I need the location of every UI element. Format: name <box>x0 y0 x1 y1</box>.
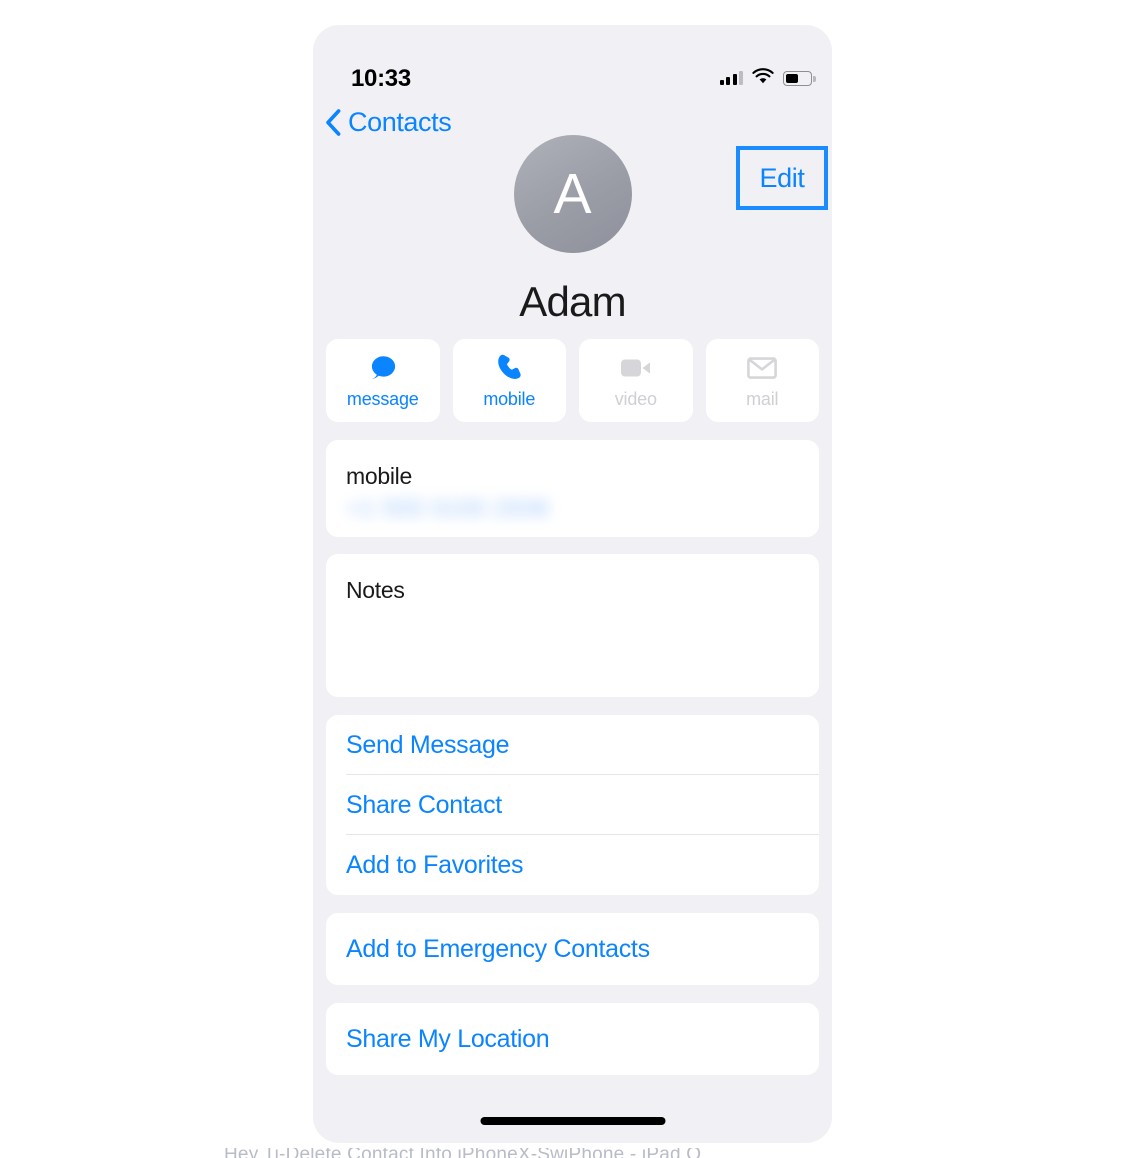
action-label-video: video <box>614 389 657 409</box>
phone-screen: 10:33 Contacts Edit A Adam message mobil… <box>313 25 832 1143</box>
share-contact-label: Share Contact <box>346 790 502 819</box>
status-bar: 10:33 <box>313 25 832 91</box>
home-indicator[interactable] <box>480 1117 665 1125</box>
share-my-location-row[interactable]: Share My Location <box>326 1003 819 1075</box>
phone-number-value: +1 555 0100 2938 <box>347 495 550 521</box>
send-message-row[interactable]: Send Message <box>326 715 819 775</box>
video-camera-icon <box>620 353 652 383</box>
avatar-initial: A <box>553 161 592 226</box>
action-label-mobile: mobile <box>483 389 536 409</box>
send-message-label: Send Message <box>346 730 510 759</box>
back-button-label: Contacts <box>348 107 452 137</box>
add-to-emergency-contacts-label: Add to Emergency Contacts <box>346 934 650 963</box>
cellular-signal-icon <box>719 71 743 85</box>
action-button-mail: mail <box>705 339 819 422</box>
phone-handset-icon <box>495 353 523 383</box>
share-location-card: Share My Location <box>326 1003 819 1075</box>
action-label-message: message <box>346 389 419 409</box>
contact-header: A Adam <box>313 135 832 323</box>
notes-label: Notes <box>346 577 405 603</box>
add-to-favorites-label: Add to Favorites <box>346 850 524 879</box>
share-contact-row[interactable]: Share Contact <box>326 775 819 835</box>
action-button-video: video <box>579 339 693 422</box>
back-to-contacts-button[interactable]: Contacts <box>325 107 452 137</box>
contact-name: Adam <box>519 278 626 325</box>
action-button-message[interactable]: message <box>326 339 440 422</box>
battery-icon <box>783 70 816 86</box>
envelope-icon <box>747 353 778 383</box>
quick-action-row: message mobile video mail <box>326 339 819 422</box>
caption-text: Hey Ti-Delete Contact Info iPhoneX-SwiPh… <box>224 1148 701 1158</box>
status-bar-icons <box>719 67 816 89</box>
share-my-location-label: Share My Location <box>346 1024 550 1053</box>
phone-number-label: mobile <box>346 463 412 489</box>
add-to-favorites-row[interactable]: Add to Favorites <box>326 835 819 895</box>
phone-number-value-redacted: +1 555 0100 2938 <box>347 495 563 521</box>
phone-number-card[interactable]: mobile +1 555 0100 2938 <box>326 440 819 537</box>
action-label-mail: mail <box>746 389 779 409</box>
caption-strip: Hey Ti-Delete Contact Info iPhoneX-SwiPh… <box>0 1148 1122 1158</box>
contact-actions-card: Send Message Share Contact Add to Favori… <box>326 715 819 895</box>
emergency-contacts-card: Add to Emergency Contacts <box>326 913 819 985</box>
avatar[interactable]: A <box>513 135 632 253</box>
add-to-emergency-contacts-row[interactable]: Add to Emergency Contacts <box>326 913 819 985</box>
message-bubble-icon <box>368 353 398 383</box>
chevron-left-icon <box>325 109 341 136</box>
action-button-mobile[interactable]: mobile <box>452 339 566 422</box>
notes-card[interactable]: Notes <box>326 554 819 697</box>
wifi-icon <box>752 67 774 89</box>
